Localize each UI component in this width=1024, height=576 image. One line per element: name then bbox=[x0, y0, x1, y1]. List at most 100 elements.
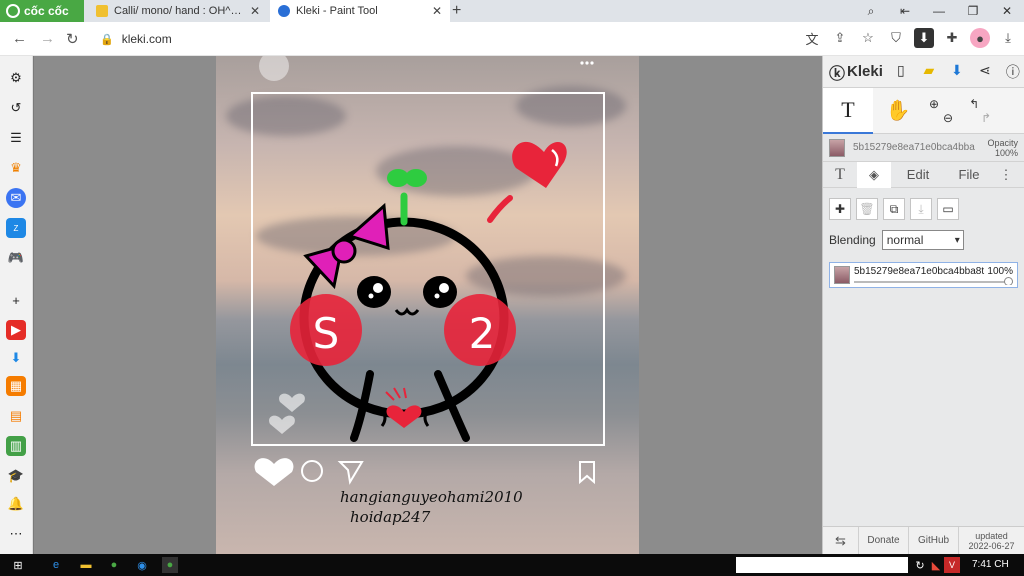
crown-icon[interactable]: ♛ bbox=[6, 158, 26, 178]
coccoc-taskbar-icon[interactable]: ● bbox=[106, 557, 122, 573]
vivaldi-icon[interactable]: V bbox=[944, 557, 960, 573]
graduation-cap-icon[interactable]: 🎓 bbox=[6, 466, 26, 486]
extensions-icon[interactable]: ✚ bbox=[942, 28, 962, 48]
messenger-icon[interactable]: ✉ bbox=[6, 188, 26, 208]
text-tool-icon[interactable]: T bbox=[823, 87, 873, 134]
slider-knob[interactable] bbox=[1004, 276, 1013, 285]
marketplace-icon[interactable]: ▤ bbox=[6, 406, 26, 426]
add-sidebar-icon[interactable]: + bbox=[6, 290, 26, 310]
edge-icon[interactable]: e bbox=[48, 557, 64, 573]
close-tab-icon[interactable]: ✕ bbox=[250, 4, 260, 18]
zoom-in-icon[interactable]: ⊕ bbox=[929, 97, 953, 111]
download-manager-icon[interactable]: ⬇ bbox=[6, 348, 26, 368]
zalo-icon[interactable]: Z bbox=[6, 218, 26, 238]
minimize-icon[interactable]: — bbox=[922, 0, 956, 22]
more-menu-icon[interactable]: ⋮ bbox=[993, 162, 1019, 188]
youtube-icon[interactable]: ▶ bbox=[6, 320, 26, 340]
file-explorer-icon[interactable]: ▬ bbox=[78, 557, 94, 573]
kleki-logo[interactable]: ⓚ Kleki bbox=[829, 60, 883, 84]
shield-icon[interactable]: ⛉ bbox=[886, 28, 906, 48]
kleki-header: ⓚ Kleki ▯ ▰ ⬇ ⋖ ⓘ bbox=[823, 56, 1024, 88]
reload-icon[interactable]: ↻ bbox=[66, 30, 79, 48]
tab-file[interactable]: File bbox=[945, 162, 993, 188]
back-icon[interactable]: ← bbox=[12, 30, 27, 47]
delete-layer-button[interactable]: 🗑 bbox=[856, 198, 878, 220]
more-options-icon[interactable]: ⋯ bbox=[6, 524, 26, 544]
tab-calli[interactable]: Calli/ mono/ hand : OH^^ . v ✕ bbox=[88, 0, 268, 22]
forward-icon[interactable]: → bbox=[40, 30, 55, 47]
layer-buttons: ✚ 🗑 ⧉ ⤓ ▭ bbox=[823, 188, 1024, 226]
pig-extension-icon[interactable]: ● bbox=[970, 28, 990, 48]
bookmark-star-icon[interactable]: ☆ bbox=[858, 28, 878, 48]
lock-icon[interactable]: 🔒 bbox=[100, 33, 114, 46]
updated-info: updated 2022-06-27 bbox=[959, 527, 1024, 554]
tab-edit[interactable]: Edit bbox=[891, 162, 945, 188]
layer-opacity-slider[interactable] bbox=[854, 276, 1013, 285]
kleki-logo-text: Kleki bbox=[847, 63, 883, 80]
close-tab-icon[interactable]: ✕ bbox=[432, 4, 442, 18]
more-dots-icon bbox=[580, 61, 594, 65]
zoom-out-icon[interactable]: ⊖ bbox=[943, 111, 953, 125]
share-icon[interactable]: ⇪ bbox=[830, 28, 850, 48]
translate-icon[interactable]: 文 bbox=[802, 28, 822, 48]
active-layer-bar[interactable]: 5b15279e8ea71e0bca4bba Opacity 100% bbox=[823, 134, 1024, 162]
history-icon[interactable]: ↺ bbox=[6, 98, 26, 118]
close-window-icon[interactable]: ✕ bbox=[990, 0, 1024, 22]
donate-link[interactable]: Donate bbox=[859, 527, 909, 554]
gamepad-icon[interactable]: 🎮 bbox=[6, 248, 26, 268]
open-folder-icon[interactable]: ▰ bbox=[921, 62, 937, 82]
blending-select[interactable]: normal bbox=[881, 230, 964, 250]
blending-row: Blending normal bbox=[823, 226, 1024, 254]
layer-list-item[interactable]: 5b15279e8ea71e0bca4bba8t 100% bbox=[829, 262, 1018, 288]
redo-icon[interactable]: ↱ bbox=[981, 111, 991, 125]
add-layer-button[interactable]: ✚ bbox=[829, 198, 851, 220]
back-forward-cache-icon[interactable]: ⇤ bbox=[888, 0, 922, 22]
download-video-icon[interactable]: ⬇ bbox=[914, 28, 934, 48]
taskbar-clock: 7:41 CH bbox=[972, 559, 1009, 570]
brand-label: cốc cốc bbox=[24, 4, 69, 18]
drawing-canvas-area[interactable]: S 2 hangianguyeohami2010 hoidap247 bbox=[34, 56, 822, 554]
coccoc-active-icon[interactable]: ● bbox=[162, 557, 178, 573]
notification-bell-icon[interactable]: 🔔 bbox=[6, 494, 26, 514]
undo-redo: ↰ ↱ bbox=[969, 97, 991, 125]
kleki-side-panel: ⓚ Kleki ▯ ▰ ⬇ ⋖ ⓘ T ✋ ⊕ ⊖ ↰ ↱ 5b15279e8ea… bbox=[822, 56, 1024, 554]
downloads-icon[interactable]: ⤓ bbox=[998, 28, 1018, 48]
kleki-logo-icon: ⓚ bbox=[829, 65, 846, 83]
canvas-image[interactable]: S 2 hangianguyeohami2010 hoidap247 bbox=[216, 56, 639, 554]
spreadsheet-icon[interactable]: ▥ bbox=[6, 436, 26, 456]
address-bar[interactable]: 🔒 kleki.com bbox=[94, 27, 794, 51]
duplicate-layer-button[interactable]: ⧉ bbox=[883, 198, 905, 220]
zoom-controls: ⊕ ⊖ bbox=[929, 97, 953, 125]
layer-thumbnail bbox=[829, 138, 845, 157]
refresh-icon[interactable]: ↻ bbox=[912, 557, 928, 573]
new-tab-icon[interactable]: + bbox=[452, 2, 461, 20]
like-heart-icon bbox=[254, 458, 294, 486]
share-icon[interactable]: ⋖ bbox=[977, 62, 993, 82]
hand-tool-icon[interactable]: ✋ bbox=[873, 88, 923, 134]
windows-start-icon[interactable]: ⊞ bbox=[10, 557, 26, 573]
cheek-right-letter: 2 bbox=[469, 309, 496, 358]
save-download-icon[interactable]: ⬇ bbox=[949, 62, 965, 82]
taskbar-search-box[interactable] bbox=[736, 557, 908, 573]
tab-search-icon[interactable]: ⌕ bbox=[854, 0, 888, 22]
chat-app-icon[interactable]: ◉ bbox=[134, 557, 150, 573]
settings-gear-icon[interactable]: ⚙ bbox=[6, 68, 26, 88]
restore-icon[interactable]: ❐ bbox=[956, 0, 990, 22]
reading-list-icon[interactable]: ☰ bbox=[6, 128, 26, 148]
undo-icon[interactable]: ↰ bbox=[969, 97, 991, 111]
tab-kleki[interactable]: Kleki - Paint Tool ✕ bbox=[270, 0, 450, 22]
github-link[interactable]: GitHub bbox=[909, 527, 959, 554]
coccoc-menu-button[interactable]: cốc cốc bbox=[0, 0, 84, 22]
tab-layers[interactable]: ◈ bbox=[857, 161, 891, 188]
browser-sidebar: ⚙ ↺ ☰ ♛ ✉ Z 🎮 + ▶ ⬇ ▦ ▤ ▥ 🎓 🔔 ⋯ bbox=[0, 56, 33, 554]
merge-down-button[interactable]: ⤓ bbox=[910, 198, 932, 220]
rename-layer-button[interactable]: ▭ bbox=[937, 198, 959, 220]
swap-side-icon[interactable]: ⇆ bbox=[823, 527, 859, 554]
kleki-tabs: T ◈ Edit File ⋮ bbox=[823, 161, 1024, 188]
pdf-app-icon[interactable]: ◣ bbox=[928, 557, 944, 573]
tab-tool-settings[interactable]: T bbox=[823, 162, 857, 188]
layer-item-opacity: 100% bbox=[987, 265, 1013, 277]
help-icon[interactable]: ⓘ bbox=[1005, 62, 1021, 82]
shopping-icon[interactable]: ▦ bbox=[6, 376, 26, 396]
new-image-icon[interactable]: ▯ bbox=[893, 62, 909, 82]
